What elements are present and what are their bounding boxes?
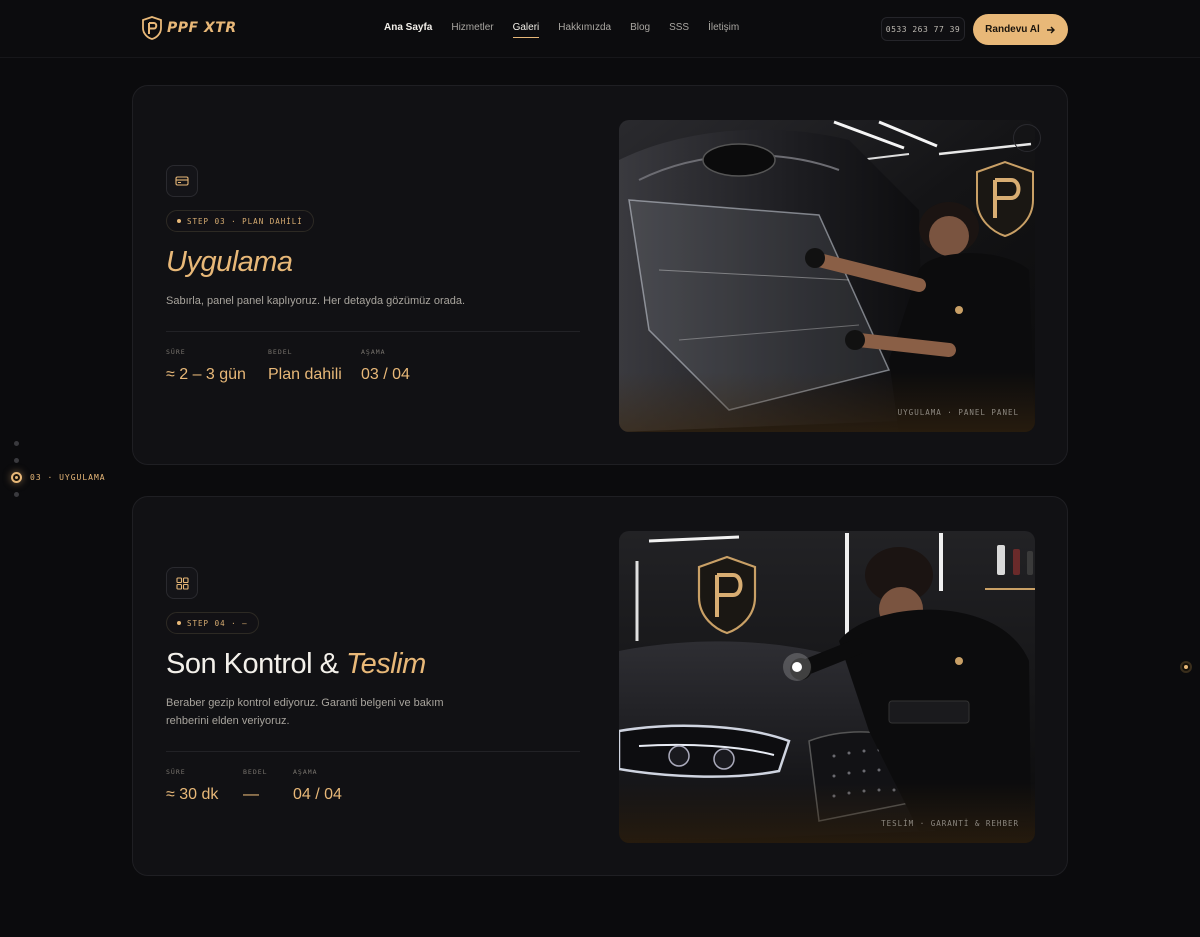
stat-label-bedel: BEDEL (268, 348, 293, 356)
nav-item-sss[interactable]: SSS (669, 22, 689, 33)
nav-item-blog[interactable]: Blog (630, 22, 650, 33)
stat-value-sure: ≈ 2 – 3 gün (166, 366, 246, 383)
nav-item-iletisim[interactable]: İletişim (708, 22, 739, 33)
card-icon-box (166, 165, 198, 197)
rail-dot-step-2[interactable] (14, 458, 19, 463)
stats-divider (166, 331, 580, 332)
step-badge-label: STEP 04 · — (187, 618, 248, 628)
nav-item-hakkimizda[interactable]: Hakkımızda (558, 22, 611, 33)
rail-dot-step-4[interactable] (14, 492, 19, 497)
nav-item-ana-sayfa[interactable]: Ana Sayfa (384, 22, 432, 33)
grid-icon-box (166, 567, 198, 599)
rail-dot-step-1[interactable] (14, 441, 19, 446)
scroll-indicator-dot (1180, 661, 1192, 673)
step-description: Sabırla, panel panel kaplıyoruz. Her det… (166, 295, 466, 307)
nav-item-galeri[interactable]: Galeri (512, 22, 539, 38)
step-badge-label: STEP 03 · PLAN DAHİLİ (187, 216, 303, 226)
photo-gradient-overlay (619, 372, 1035, 432)
decorative-ring (1013, 124, 1041, 152)
card-icon (175, 176, 189, 186)
rail-active-label: 03 · UYGULAMA (30, 473, 106, 482)
step-title-accent: Uygulama (166, 246, 293, 278)
main-menu: Ana Sayfa Hizmetler Galeri Hakkımızda Bl… (384, 22, 758, 38)
nav-item-hizmetler[interactable]: Hizmetler (451, 22, 493, 33)
stat-value-sure: ≈ 30 dk (166, 786, 219, 803)
step-title-accent: Teslim (346, 648, 426, 680)
stat-label-sure: SÜRE (166, 348, 186, 356)
photo-caption: UYGULAMA · PANEL PANEL (897, 408, 1019, 417)
shield-logo-icon (142, 16, 162, 40)
randevu-al-button[interactable]: Randevu Al (973, 14, 1068, 45)
phone-number-link[interactable]: 0533 263 77 39 (881, 17, 965, 41)
stat-label-bedel: BEDEL (243, 768, 268, 776)
stats-divider (166, 751, 580, 752)
cta-label: Randevu Al (985, 24, 1040, 35)
grid-icon (175, 576, 189, 590)
step-title: Son Kontrol & Teslim (166, 648, 426, 681)
step-card-uygulama: STEP 03 · PLAN DAHİLİ Uygulama Sabırla, … (132, 85, 1068, 465)
top-navigation: PPF XTR Ana Sayfa Hizmetler Galeri Hakkı… (0, 0, 1200, 58)
brand-logo[interactable]: PPF XTR (141, 16, 237, 40)
stat-value-bedel: Plan dahili (268, 366, 342, 383)
photo-caption: TESLİM · GARANTİ & REHBER (881, 819, 1019, 828)
stat-label-asama: AŞAMA (293, 768, 318, 776)
step-badge-dot (177, 621, 181, 625)
stat-value-asama: 03 / 04 (361, 366, 410, 383)
rail-dot-step-3-active[interactable] (11, 472, 22, 483)
photo-gradient-overlay (619, 783, 1035, 843)
stat-label-sure: SÜRE (166, 768, 186, 776)
step-description-line-2: rehberini elden veriyoruz. (166, 715, 290, 727)
step-description-line-1: Beraber gezip kontrol ediyoruz. Garanti … (166, 697, 444, 709)
arrow-right-icon (1046, 26, 1055, 33)
step-badge: STEP 04 · — (166, 612, 259, 634)
step-badge: STEP 03 · PLAN DAHİLİ (166, 210, 314, 232)
step-title: Uygulama (166, 246, 293, 279)
stat-value-bedel: — (243, 786, 259, 803)
step-photo-applying-film: UYGULAMA · PANEL PANEL (619, 120, 1035, 432)
step-card-son-kontrol: STEP 04 · — Son Kontrol & Teslim Beraber… (132, 496, 1068, 876)
brand-wordmark: PPF XTR (167, 20, 237, 36)
step-badge-dot (177, 219, 181, 223)
step-photo-final-inspection: TESLİM · GARANTİ & REHBER (619, 531, 1035, 843)
stat-value-asama: 04 / 04 (293, 786, 342, 803)
step-description: Beraber gezip kontrol ediyoruz. Garanti … (166, 694, 444, 730)
step-title-main: Son Kontrol & (166, 648, 339, 680)
stat-label-asama: AŞAMA (361, 348, 386, 356)
